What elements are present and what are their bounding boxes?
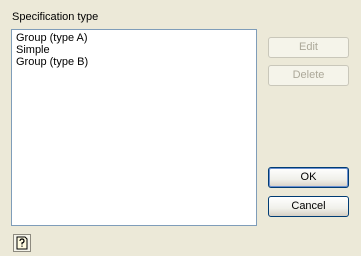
edit-button[interactable]: Edit	[268, 37, 349, 58]
ok-button[interactable]: OK	[268, 167, 349, 188]
help-button[interactable]	[13, 234, 31, 252]
specification-type-list[interactable]: Group (type A) Simple Group (type B)	[11, 29, 257, 226]
list-item[interactable]: Group (type A)	[16, 32, 256, 44]
specification-type-label: Specification type	[12, 11, 99, 23]
help-icon	[16, 236, 28, 250]
list-item[interactable]: Simple	[16, 44, 256, 56]
delete-button[interactable]: Delete	[268, 65, 349, 86]
list-item[interactable]: Group (type B)	[16, 56, 256, 68]
cancel-button[interactable]: Cancel	[268, 196, 349, 217]
